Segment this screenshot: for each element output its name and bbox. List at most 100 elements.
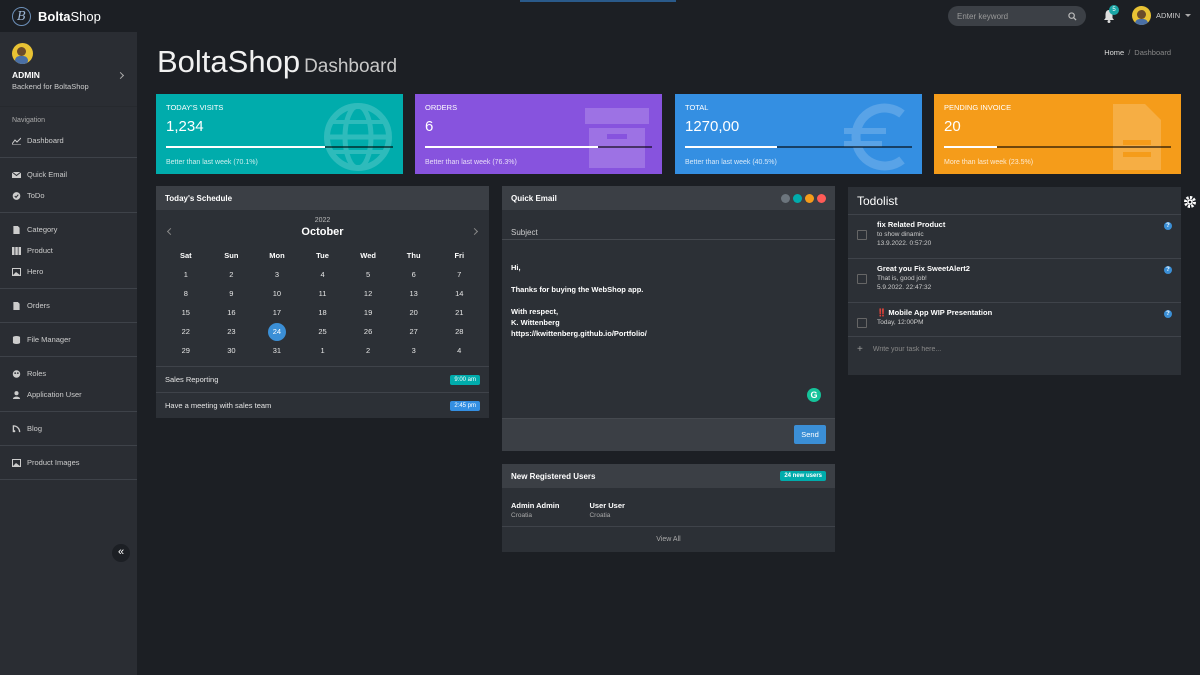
todo-item[interactable]: fix Related Product to show dinamic 13.9… <box>848 215 1181 259</box>
info-icon[interactable]: ? <box>1164 310 1172 318</box>
calendar-day[interactable]: 7 <box>436 270 482 279</box>
calendar-day[interactable]: 8 <box>163 289 209 298</box>
calendar-day[interactable]: 18 <box>300 308 346 317</box>
view-all-link[interactable]: View All <box>502 526 835 552</box>
stat-description: Better than last week (40.5%) <box>685 159 777 166</box>
calendar-day[interactable]: 1 <box>163 270 209 279</box>
schedule-event[interactable]: Sales Reporting 9:00 am <box>156 366 489 392</box>
calendar-day[interactable]: 5 <box>345 270 391 279</box>
calendar-day[interactable]: 11 <box>300 289 346 298</box>
sidebar-item-application-user[interactable]: Application User <box>0 384 137 405</box>
todo-input[interactable] <box>872 346 1073 353</box>
calendar-week: 29 30 31 1 2 3 4 <box>163 341 482 360</box>
sidebar-item-label: Blog <box>27 424 43 433</box>
todo-checkbox[interactable] <box>857 230 867 240</box>
calendar-day[interactable]: 31 <box>254 346 300 355</box>
calendar-day[interactable]: 16 <box>209 308 255 317</box>
gear-icon[interactable] <box>1183 195 1197 209</box>
sidebar-item-blog[interactable]: Blog <box>0 418 137 439</box>
calendar-day[interactable]: 9 <box>209 289 255 298</box>
columns-icon <box>12 246 21 255</box>
event-title: Sales Reporting <box>165 375 219 384</box>
calendar-day[interactable]: 4 <box>300 270 346 279</box>
brand[interactable]: B BoltaShop <box>12 7 101 26</box>
calendar-day[interactable]: 3 <box>254 270 300 279</box>
weekday-header: Thu <box>406 251 421 260</box>
calendar-day[interactable]: 14 <box>436 289 482 298</box>
sidebar-item-dashboard[interactable]: Dashboard <box>0 130 137 151</box>
new-users-panel: New Registered Users 24 new users Admin … <box>502 464 835 552</box>
sidebar-item-file-manager[interactable]: File Manager <box>0 329 137 350</box>
sidebar-item-category[interactable]: Category <box>0 219 137 240</box>
sidebar-item-quick-email[interactable]: Quick Email <box>0 164 137 185</box>
search-input[interactable] <box>957 11 1068 21</box>
calendar-day[interactable]: 13 <box>391 289 437 298</box>
sidebar-item-hero[interactable]: Hero <box>0 261 137 282</box>
subject-field-wrap <box>502 210 835 240</box>
email-body[interactable]: Hi, Thanks for buying the WebShop app. W… <box>511 262 826 339</box>
calendar-day[interactable]: 30 <box>209 346 255 355</box>
quick-email-panel: Quick Email Hi, Thanks for buying the We… <box>502 186 835 451</box>
breadcrumb-home[interactable]: Home <box>1104 48 1124 57</box>
calendar-day[interactable]: 15 <box>163 308 209 317</box>
sidebar-item-label: Roles <box>27 369 47 378</box>
grammarly-icon[interactable]: G <box>807 388 821 402</box>
sidebar-item-product[interactable]: Product <box>0 240 137 261</box>
calendar-day[interactable]: 23 <box>209 327 255 336</box>
calendar-day[interactable]: 19 <box>345 308 391 317</box>
calendar-day[interactable]: 22 <box>163 327 209 336</box>
collapse-icon[interactable] <box>805 193 814 203</box>
page-subtitle: Dashboard <box>304 56 398 77</box>
calendar-day[interactable]: 2 <box>345 346 391 355</box>
user-menu[interactable]: ADMIN <box>1132 6 1192 25</box>
calendar-day[interactable]: 21 <box>436 308 482 317</box>
calendar-day[interactable]: 4 <box>436 346 482 355</box>
todo-item[interactable]: ‼️ Mobile App WIP Presentation Today, 12… <box>848 303 1181 337</box>
search-icon[interactable] <box>1068 11 1077 21</box>
calendar-day[interactable]: 2 <box>209 270 255 279</box>
sidebar-item-roles[interactable]: Roles <box>0 363 137 384</box>
nav-group: Category Product Hero <box>0 213 137 289</box>
calendar-day[interactable]: 1 <box>300 346 346 355</box>
profile-avatar <box>12 43 33 64</box>
calendar-day[interactable]: 20 <box>391 308 437 317</box>
calendar-day-today[interactable]: 24 <box>254 322 300 341</box>
stat-description: More than last week (23.5%) <box>944 159 1034 166</box>
sidebar-item-todo[interactable]: ToDo <box>0 185 137 206</box>
calendar-day[interactable]: 3 <box>391 346 437 355</box>
calendar-day[interactable]: 12 <box>345 289 391 298</box>
profile-name: ADMIN <box>12 70 40 80</box>
todo-add-row: + <box>848 337 1181 362</box>
send-button[interactable]: Send <box>794 425 826 444</box>
info-icon[interactable]: ? <box>1164 222 1172 230</box>
calendar-day[interactable]: 10 <box>254 289 300 298</box>
todo-checkbox[interactable] <box>857 318 867 328</box>
sidebar-item-product-images[interactable]: Product Images <box>0 452 137 473</box>
todo-checkbox[interactable] <box>857 274 867 284</box>
calendar-day[interactable]: 28 <box>436 327 482 336</box>
calendar-day[interactable]: 6 <box>391 270 437 279</box>
calendar-day[interactable]: 26 <box>345 327 391 336</box>
close-icon[interactable] <box>817 193 826 203</box>
panel-controls <box>781 193 826 203</box>
info-icon[interactable]: ? <box>1164 266 1172 274</box>
user-item[interactable]: Admin Admin Croatia <box>511 501 559 519</box>
nav-group: Blog <box>0 412 137 446</box>
calendar-day[interactable]: 25 <box>300 327 346 336</box>
calendar-day[interactable]: 27 <box>391 327 437 336</box>
euro-icon <box>844 103 905 171</box>
calendar-day[interactable]: 17 <box>254 308 300 317</box>
caret-down-icon <box>1185 14 1192 17</box>
subject-input[interactable] <box>511 210 826 239</box>
expand-icon[interactable] <box>781 193 790 203</box>
calendar-day[interactable]: 29 <box>163 346 209 355</box>
user-item[interactable]: User User Croatia <box>589 501 624 519</box>
reload-icon[interactable] <box>793 193 802 203</box>
todo-item[interactable]: Great you Fix SweetAlert2 That is, good … <box>848 259 1181 303</box>
nav-group: Quick Email ToDo <box>0 158 137 213</box>
sidebar-item-orders[interactable]: Orders <box>0 295 137 316</box>
collapse-sidebar-icon[interactable]: « <box>112 544 130 562</box>
schedule-event[interactable]: Have a meeting with sales team 2:45 pm <box>156 392 489 418</box>
sidebar-profile[interactable]: ADMIN Backend for BoltaShop <box>0 32 137 106</box>
notification-badge: 5 <box>1109 5 1119 15</box>
